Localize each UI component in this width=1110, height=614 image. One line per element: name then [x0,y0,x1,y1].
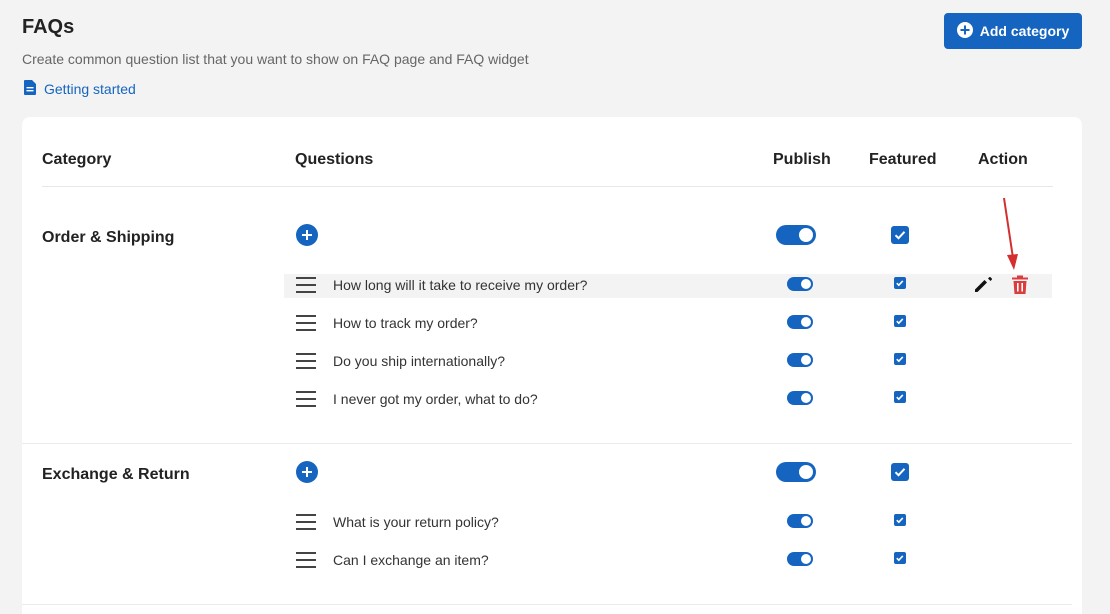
drag-handle-icon[interactable] [296,276,316,294]
question-publish-toggle[interactable] [787,277,813,291]
question-publish-toggle[interactable] [787,391,813,405]
category-name: Exchange & Return [42,466,190,483]
question-featured-checkbox[interactable] [894,391,906,403]
drag-handle-icon[interactable] [296,314,316,332]
question-text[interactable]: How long will it take to receive my orde… [333,277,587,293]
question-text[interactable]: I never got my order, what to do? [333,391,538,407]
document-icon [24,80,36,98]
column-header-publish: Publish [773,151,831,168]
page-subtitle: Create common question list that you wan… [22,51,529,67]
header-divider [42,186,1053,187]
question-row: Do you ship internationally? [284,350,1052,374]
question-featured-checkbox[interactable] [894,514,906,526]
category-featured-checkbox[interactable] [891,463,909,481]
page-title: FAQs [22,16,75,38]
question-row: How long will it take to receive my orde… [284,274,1052,298]
drag-handle-icon[interactable] [296,513,316,531]
question-row: I never got my order, what to do? [284,388,1052,412]
column-header-featured: Featured [869,151,937,168]
category-name: Order & Shipping [42,229,175,246]
drag-handle-icon[interactable] [296,390,316,408]
category-publish-toggle[interactable] [776,225,816,245]
question-text[interactable]: How to track my order? [333,315,478,331]
question-featured-checkbox[interactable] [894,277,906,289]
question-text[interactable]: Can I exchange an item? [333,552,489,568]
category-featured-checkbox[interactable] [891,226,909,244]
drag-handle-icon[interactable] [296,352,316,370]
question-row: How to track my order? [284,312,1052,336]
question-publish-toggle[interactable] [787,514,813,528]
add-question-button[interactable] [296,461,318,483]
faq-table-card: Category Questions Publish Featured Acti… [22,117,1082,614]
question-text[interactable]: What is your return policy? [333,514,499,530]
column-header-questions: Questions [295,151,374,168]
getting-started-label: Getting started [44,81,136,97]
question-featured-checkbox[interactable] [894,353,906,365]
add-category-button[interactable]: Add category [944,13,1082,49]
plus-circle-icon [956,21,973,41]
getting-started-link[interactable]: Getting started [24,80,136,98]
column-header-category: Category [42,151,112,168]
question-row: Can I exchange an item? [284,549,1052,573]
add-category-label: Add category [979,23,1070,39]
add-question-button[interactable] [296,224,318,246]
pencil-icon[interactable] [972,273,994,295]
category-divider [22,443,1072,444]
drag-handle-icon[interactable] [296,551,316,569]
category-publish-toggle[interactable] [776,462,816,482]
question-publish-toggle[interactable] [787,315,813,329]
column-header-action: Action [978,151,1028,168]
question-featured-checkbox[interactable] [894,315,906,327]
trash-icon[interactable] [1010,274,1030,296]
question-row: What is your return policy? [284,511,1052,535]
category-divider [22,604,1072,605]
question-publish-toggle[interactable] [787,353,813,367]
question-publish-toggle[interactable] [787,552,813,566]
question-text[interactable]: Do you ship internationally? [333,353,505,369]
question-featured-checkbox[interactable] [894,552,906,564]
